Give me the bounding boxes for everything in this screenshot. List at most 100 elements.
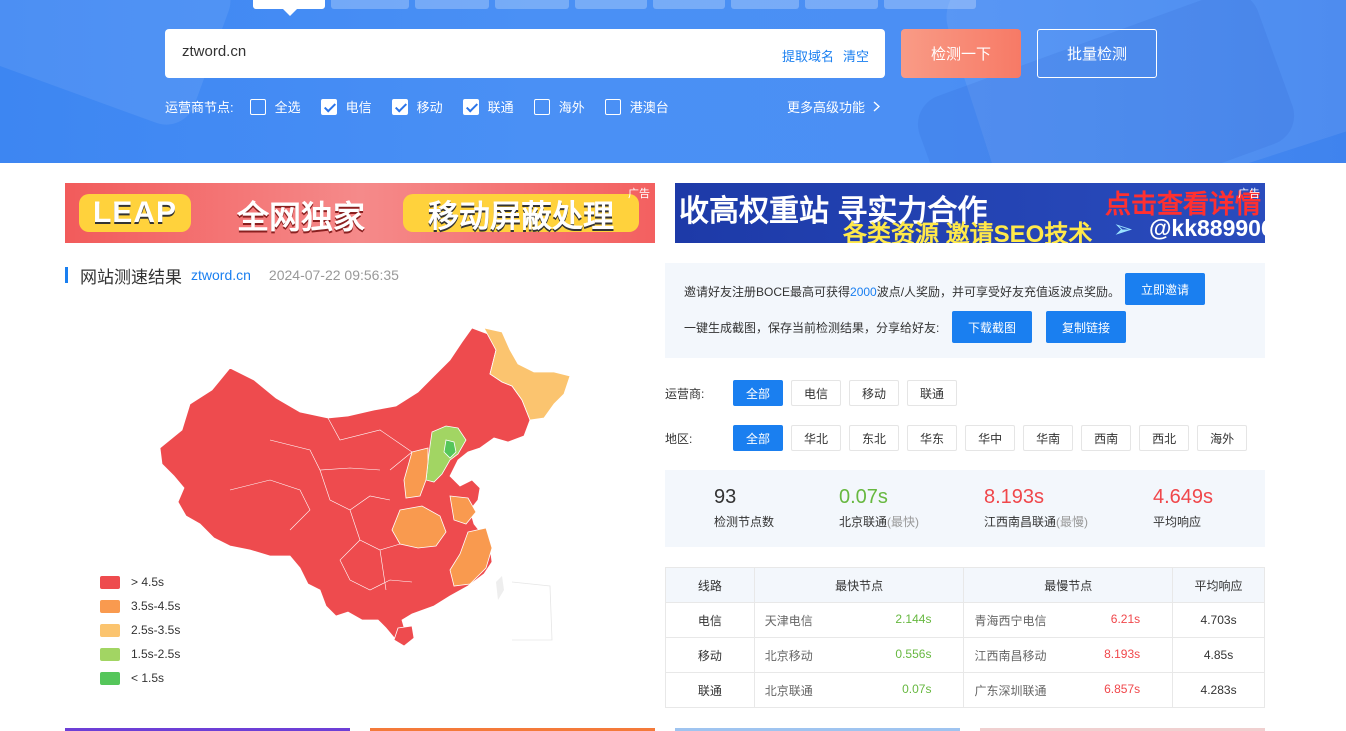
tab[interactable] — [884, 0, 976, 9]
region-chip-all[interactable]: 全部 — [733, 425, 784, 451]
region-filter-label: 地区: — [665, 431, 693, 446]
region-chip-south[interactable]: 华南 — [1023, 425, 1074, 451]
ad-tag: 广告 — [628, 188, 650, 200]
legend-label: < 1.5s — [131, 671, 165, 685]
table-row: 电信 天津电信 2.144s 青海西宁电信 6.21s 4.703s — [665, 602, 1265, 638]
node-time: 6.21s — [1110, 611, 1141, 626]
detect-button[interactable]: 检测一下 — [901, 29, 1021, 78]
cell-average: 4.283s — [1172, 672, 1265, 708]
clear-link[interactable]: 清空 — [843, 46, 869, 65]
region-chip-northwest[interactable]: 西北 — [1139, 425, 1190, 451]
result-title: 网站测速结果 ztword.cn 2024-07-22 09:56:35 — [65, 265, 399, 287]
map-region-grey — [496, 576, 504, 600]
carrier-filter: 运营商: 全部 电信 移动 联通 — [665, 380, 965, 406]
tab[interactable] — [805, 0, 878, 9]
checkbox-checked[interactable] — [320, 98, 337, 115]
cell-line: 电信 — [665, 602, 755, 638]
ad-banner-right[interactable]: 收高权重站 寻实力合作 点击查看详情 各类资源 邀请SEO技术 ➢ @kk889… — [675, 183, 1265, 243]
cell-slowest: 江西南昌移动 8.193s — [963, 637, 1174, 673]
option-unicom[interactable]: 联通 — [462, 97, 514, 116]
search-links: 提取域名 清空 — [782, 46, 869, 65]
region-chip-east[interactable]: 华东 — [907, 425, 958, 451]
checkbox-checked[interactable] — [391, 98, 408, 115]
region-filter: 地区: 全部 华北 东北 华东 华中 华南 西南 西北 海外 — [665, 425, 1255, 451]
legend-label: 1.5s-2.5s — [131, 647, 181, 661]
search-header: 提取域名 清空 检测一下 批量检测 运营商节点: 全选 电信 移动 联通 海外 … — [0, 0, 1346, 163]
carrier-chip-unicom[interactable]: 联通 — [907, 380, 958, 406]
tab[interactable] — [575, 0, 647, 9]
option-overseas[interactable]: 海外 — [533, 97, 585, 116]
region-chip-northeast[interactable]: 东北 — [849, 425, 900, 451]
cell-slowest: 青海西宁电信 6.21s — [963, 602, 1174, 638]
node-time: 2.144s — [895, 611, 932, 626]
stat-sub: (最快) — [887, 515, 920, 529]
option-select-all[interactable]: 全选 — [249, 97, 301, 116]
region-chip-central[interactable]: 华中 — [965, 425, 1016, 451]
option-label: 电信 — [345, 100, 372, 115]
tested-domain[interactable]: ztword.cn — [191, 267, 251, 283]
ad-banner-left[interactable]: LEAP 全网独家 移动屏蔽处理 广告 — [65, 183, 655, 243]
region-chip-southwest[interactable]: 西南 — [1081, 425, 1132, 451]
tab[interactable] — [165, 0, 247, 9]
option-telecom[interactable]: 电信 — [320, 97, 372, 116]
option-mobile[interactable]: 移动 — [391, 97, 443, 116]
more-advanced-link[interactable]: 更多高级功能 — [787, 97, 881, 116]
legend-item: > 4.5s — [100, 570, 180, 594]
operator-node-options: 运营商节点: 全选 电信 移动 联通 海外 港澳台 — [165, 97, 689, 116]
invite-text-a: 邀请好友注册BOCE最高可获得 — [684, 285, 851, 299]
legend-item: < 1.5s — [100, 666, 180, 690]
node-name: 北京移动 — [764, 648, 813, 663]
ad-leap-text: LEAP — [79, 194, 191, 232]
carrier-chip-telecom[interactable]: 电信 — [791, 380, 842, 406]
tab-active[interactable] — [253, 0, 325, 9]
column-header: 线路 — [665, 567, 755, 603]
extract-domain-link[interactable]: 提取域名 — [782, 46, 834, 65]
node-time: 8.193s — [1104, 646, 1141, 661]
checkbox-checked[interactable] — [462, 98, 479, 115]
stat-value: 4.649s — [1153, 486, 1214, 508]
chevron-right-icon — [873, 101, 881, 112]
stat-fastest: 0.07s 北京联通(最快) — [839, 486, 919, 530]
table-header-row: 线路 最快节点 最慢节点 平均响应 — [665, 567, 1265, 603]
checkbox[interactable] — [249, 98, 266, 115]
copy-link-button[interactable]: 复制链接 — [1046, 311, 1126, 343]
legend-swatch — [100, 623, 120, 637]
tab[interactable] — [653, 0, 725, 9]
stat-value: 0.07s — [839, 486, 888, 508]
node-name: 青海西宁电信 — [974, 613, 1047, 628]
search-box: 提取域名 清空 — [165, 29, 885, 78]
checkbox[interactable] — [604, 98, 621, 115]
stat-label: 平均响应 — [1153, 515, 1202, 529]
node-name: 北京联通 — [764, 683, 813, 698]
invite-button[interactable]: 立即邀请 — [1125, 273, 1205, 305]
tab[interactable] — [415, 0, 489, 9]
carrier-chip-mobile[interactable]: 移动 — [849, 380, 900, 406]
stat-label: 北京联通 — [839, 515, 888, 529]
column-header: 最慢节点 — [963, 567, 1174, 603]
tab[interactable] — [495, 0, 569, 9]
domain-input[interactable] — [182, 43, 742, 60]
region-chip-overseas[interactable]: 海外 — [1197, 425, 1248, 451]
title-accent-bar — [65, 267, 68, 283]
option-hk-mo-tw[interactable]: 港澳台 — [604, 97, 669, 116]
invite-text-b: 波点/人奖励，并可享受好友充值返波点奖励。 — [876, 285, 1121, 299]
legend-item: 1.5s-2.5s — [100, 642, 180, 666]
stat-average: 4.649s 平均响应 — [1153, 486, 1213, 530]
carrier-chip-all[interactable]: 全部 — [733, 380, 784, 406]
table-row: 联通 北京联通 0.07s 广东深圳联通 6.857s 4.283s — [665, 672, 1265, 708]
checkbox[interactable] — [533, 98, 550, 115]
tab[interactable] — [331, 0, 409, 9]
option-label: 全选 — [274, 100, 301, 115]
download-screenshot-button[interactable]: 下载截图 — [952, 311, 1032, 343]
map-legend: > 4.5s 3.5s-4.5s 2.5s-3.5s 1.5s-2.5s < 1… — [100, 570, 180, 690]
legend-swatch — [100, 671, 120, 685]
tool-tabs — [165, 0, 976, 9]
tab[interactable] — [731, 0, 799, 9]
map-region-red[interactable] — [159, 327, 531, 641]
stat-value: 8.193s — [984, 486, 1045, 508]
legend-label: 2.5s-3.5s — [131, 623, 181, 637]
test-time: 2024-07-22 09:56:35 — [268, 267, 399, 283]
node-time: 0.556s — [895, 646, 932, 661]
region-chip-north[interactable]: 华北 — [791, 425, 842, 451]
batch-detect-button[interactable]: 批量检测 — [1037, 29, 1157, 78]
